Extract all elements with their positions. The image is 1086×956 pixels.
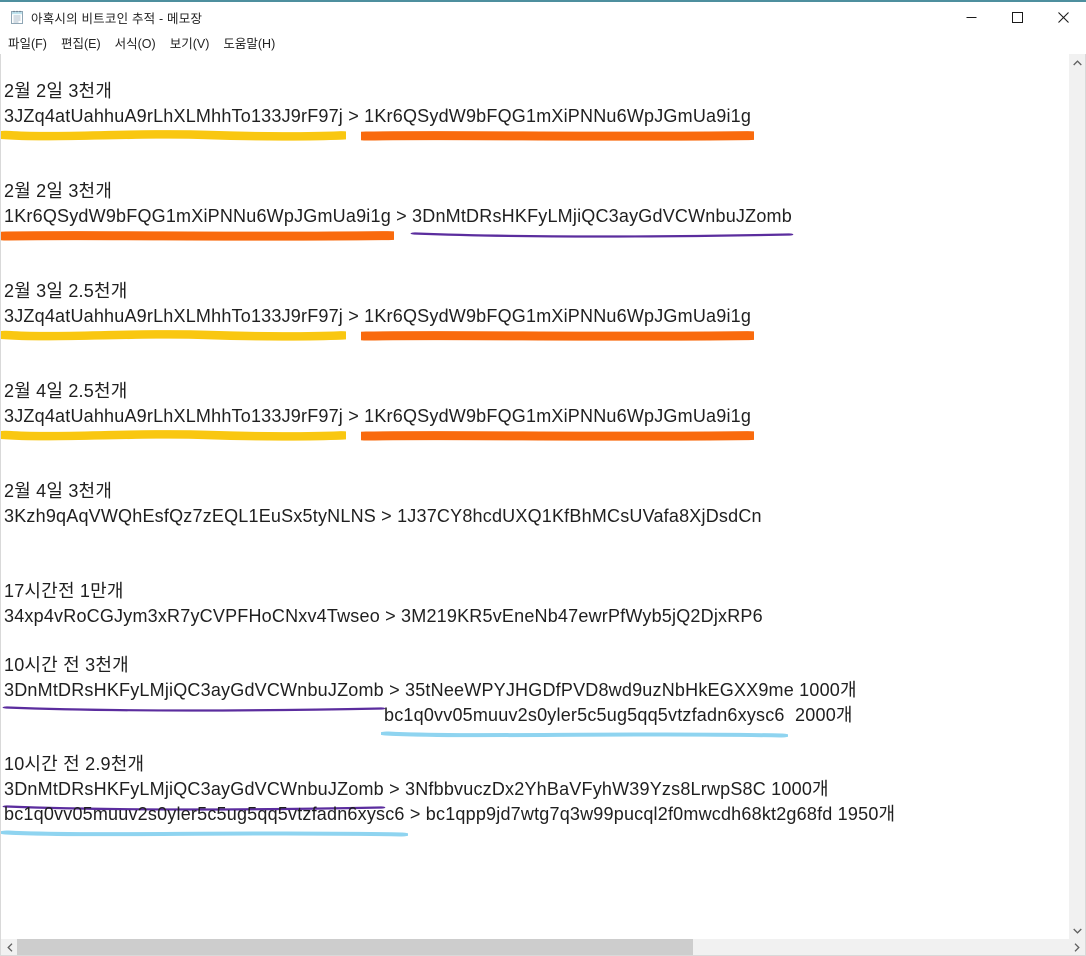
titlebar[interactable]: 아혹시의 비트코인 추적 - 메모장 [0, 2, 1086, 32]
transfer-line: 34xp4vRoCGJym3xR7yCVPFHoCNxv4Twseo > 3M2… [4, 604, 1069, 629]
minimize-icon [966, 16, 976, 18]
scroll-left-button[interactable] [1, 939, 18, 955]
maximize-button[interactable] [994, 2, 1040, 32]
bitcoin-address: 3M219KR5vEneNb47ewrPfWyb5jQ2DjxRP6 [401, 606, 763, 626]
scroll-right-button[interactable] [1068, 939, 1085, 955]
menubar: 파일(F) 편집(E) 서식(O) 보기(V) 도움말(H) [0, 32, 1086, 54]
menu-item-help[interactable]: 도움말(H) [216, 30, 282, 56]
bitcoin-address: 34xp4vRoCGJym3xR7yCVPFHoCNxv4Twseo [4, 606, 380, 626]
orange-marker-stroke [361, 431, 755, 441]
vertical-scrollbar[interactable] [1069, 54, 1085, 939]
entry-date-label: 10시간 전 3천개 [4, 655, 129, 675]
bitcoin-address: 3JZq4atUahhuA9rLhXLMhhTo133J9rF97j [1, 104, 347, 141]
entry-date-label: 2월 2일 3천개 [4, 181, 113, 201]
entry: 2월 4일 2.5천개 3JZq4atUahhuA9rLhXLMhhTo133J9… [1, 379, 1069, 441]
transfer-arrow: > [379, 606, 402, 626]
window-title: 아혹시의 비트코인 추적 - 메모장 [31, 11, 203, 26]
bitcoin-address: bc1qpp9jd7wtg7q3w99pucql2f0mwcdh68kt2g68… [425, 804, 833, 824]
transfer-arrow: > [343, 106, 365, 126]
maximize-icon [1011, 11, 1023, 23]
chevron-up-icon [1072, 59, 1082, 65]
bitcoin-address: 1Kr6QSydW9bFQG1mXiPNNu6WpJGmUa9i1g [361, 104, 755, 141]
entry-date-label: 10시간 전 2.9천개 [4, 754, 145, 774]
yellow-marker-stroke [1, 130, 347, 141]
window-controls [948, 2, 1086, 32]
entry: 2월 2일 3천개 3JZq4atUahhuA9rLhXLMhhTo133J9rF… [1, 79, 1069, 141]
bitcoin-address: 35tNeeWPYJHGDfPVD8wd9uzNbHkEGXX9me [405, 680, 794, 700]
entry-date-label: 17시간전 1만개 [4, 581, 124, 601]
transfer-arrow: > [375, 506, 398, 526]
amount-label: 1000개 [765, 779, 829, 799]
transfer-arrow: > [390, 206, 413, 226]
close-icon [1057, 11, 1069, 23]
notepad-icon [11, 10, 23, 24]
chevron-left-icon [6, 942, 12, 952]
bitcoin-address: bc1q0vv05muuv2s0yler5c5ug5qq5vtzfadn6xys… [381, 703, 788, 738]
entry-date-label: 2월 4일 2.5천개 [4, 381, 128, 401]
close-button[interactable] [1040, 2, 1086, 32]
amount-label: 1000개 [793, 680, 857, 700]
menu-item-format[interactable]: 서식(O) [108, 30, 163, 56]
bitcoin-address: 3DnMtDRsHKFyLMjiQC3ayGdVCWnbuJZomb [2, 678, 386, 712]
bitcoin-address: 1J37CY8hcdUXQ1KfBhMCsUVafa8XjDsdCn [397, 506, 762, 526]
transfer-line: bc1q0vv05muuv2s0yler5c5ug5qq5vtzfadn6xys… [1, 802, 1069, 837]
transfer-line: 3DnMtDRsHKFyLMjiQC3ayGdVCWnbuJZomb > 35t… [2, 678, 1069, 712]
chevron-down-icon [1072, 928, 1082, 934]
document-area[interactable]: 2월 2일 3천개 3JZq4atUahhuA9rLhXLMhhTo133J9rF… [1, 54, 1069, 939]
entry: 10시간 전 2.9천개 3DnMtDRsHKFyLMjiQC3ayGdVCWnb… [1, 752, 1069, 837]
transfer-line: 3JZq4atUahhuA9rLhXLMhhTo133J9rF97j > 1Kr… [1, 404, 1069, 441]
horizontal-scrollbar[interactable] [1, 939, 1085, 955]
bitcoin-address: 3JZq4atUahhuA9rLhXLMhhTo133J9rF97j [1, 404, 347, 441]
horizontal-scroll-thumb[interactable] [17, 939, 693, 955]
amount-label: 2000개 [784, 705, 853, 725]
bitcoin-address: 3DnMtDRsHKFyLMjiQC3ayGdVCWnbuJZomb [410, 204, 794, 238]
bitcoin-address: 3NfbbvuczDx2YhBaVFyhW39Yzs8LrwpS8C [405, 779, 766, 799]
bitcoin-address: 3DnMtDRsHKFyLMjiQC3ayGdVCWnbuJZomb [2, 777, 386, 811]
entry: 2월 2일 3천개 1Kr6QSydW9bFQG1mXiPNNu6WpJGmUa9… [1, 179, 1069, 241]
yellow-marker-stroke [1, 430, 347, 441]
entry-date-label: 2월 3일 2.5천개 [4, 281, 128, 301]
entry-date-label: 2월 4일 3천개 [4, 481, 113, 501]
bitcoin-address: 3Kzh9qAqVWQhEsfQz7zEQL1EuSx5tyNLNS [4, 506, 376, 526]
entry: 10시간 전 3천개 3DnMtDRsHKFyLMjiQC3ayGdVCWnbuJ… [2, 653, 1069, 738]
blue-underline-stroke [381, 731, 788, 738]
blue-underline-stroke [1, 830, 408, 837]
transfer-arrow: > [404, 804, 426, 824]
entry-date-label: 2월 2일 3천개 [4, 81, 113, 101]
transfer-arrow: > [343, 306, 365, 326]
entry: 2월 4일 3천개 3Kzh9qAqVWQhEsfQz7zEQL1EuSx5tyN… [4, 479, 1069, 529]
bitcoin-address: 3JZq4atUahhuA9rLhXLMhhTo133J9rF97j [1, 304, 347, 341]
scroll-down-button[interactable] [1069, 922, 1085, 939]
transfer-arrow: > [343, 406, 365, 426]
bitcoin-address: 1Kr6QSydW9bFQG1mXiPNNu6WpJGmUa9i1g [361, 404, 755, 441]
transfer-line: 1Kr6QSydW9bFQG1mXiPNNu6WpJGmUa9i1g > 3Dn… [1, 204, 1069, 241]
purple-underline-stroke [410, 232, 794, 238]
menu-item-view[interactable]: 보기(V) [163, 30, 217, 56]
entry: 17시간전 1만개 34xp4vRoCGJym3xR7yCVPFHoCNxv4Tw… [4, 579, 1069, 629]
menu-item-file[interactable]: 파일(F) [1, 30, 54, 56]
bitcoin-address: 1Kr6QSydW9bFQG1mXiPNNu6WpJGmUa9i1g [1, 204, 394, 241]
yellow-marker-stroke [1, 330, 347, 341]
transfer-line: 3JZq4atUahhuA9rLhXLMhhTo133J9rF97j > 1Kr… [1, 104, 1069, 141]
chevron-right-icon [1074, 942, 1080, 952]
transfer-line: 3Kzh9qAqVWQhEsfQz7zEQL1EuSx5tyNLNS > 1J3… [4, 504, 1069, 529]
bitcoin-address: bc1q0vv05muuv2s0yler5c5ug5qq5vtzfadn6xys… [1, 802, 408, 837]
menu-item-edit[interactable]: 편집(E) [54, 30, 108, 56]
orange-marker-stroke [361, 331, 755, 341]
orange-marker-stroke [1, 231, 394, 241]
notepad-window: 아혹시의 비트코인 추적 - 메모장 파일(F) 편집(E) 서식(O) 보기(V) 도… [0, 0, 1086, 956]
transfer-line: 3JZq4atUahhuA9rLhXLMhhTo133J9rF97j > 1Kr… [1, 304, 1069, 341]
orange-marker-stroke [361, 131, 755, 141]
entry: 2월 3일 2.5천개 3JZq4atUahhuA9rLhXLMhhTo133J9… [1, 279, 1069, 341]
transfer-line: bc1q0vv05muuv2s0yler5c5ug5qq5vtzfadn6xys… [4, 703, 1069, 738]
transfer-line: 3DnMtDRsHKFyLMjiQC3ayGdVCWnbuJZomb > 3Nf… [2, 777, 1069, 811]
transfer-arrow: > [383, 779, 406, 799]
transfer-arrow: > [383, 680, 406, 700]
amount-label: 1950개 [832, 804, 896, 824]
bitcoin-address: 1Kr6QSydW9bFQG1mXiPNNu6WpJGmUa9i1g [361, 304, 755, 341]
scroll-up-button[interactable] [1069, 54, 1085, 71]
minimize-button[interactable] [948, 2, 994, 32]
